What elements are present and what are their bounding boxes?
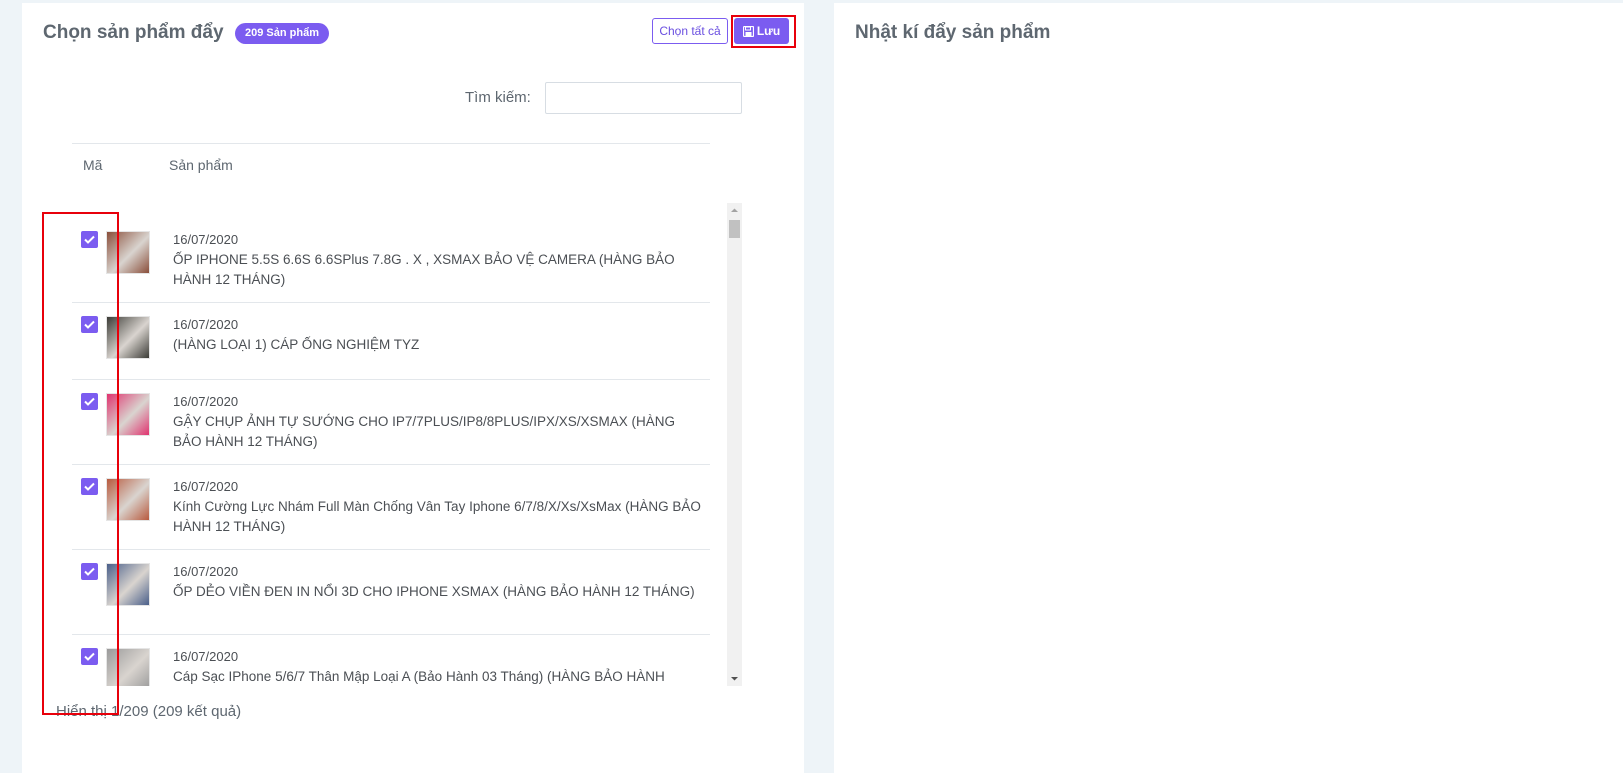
product-thumbnail [106, 316, 150, 359]
product-name: (HÀNG LOẠI 1) CÁP ỐNG NGHIỆM TYZ [173, 337, 420, 352]
panel-title: Chọn sản phẩm đẩy [43, 22, 224, 43]
product-thumbnail [106, 563, 150, 606]
checkmark-icon [84, 482, 95, 491]
column-header-product: Sản phẩm [169, 157, 233, 173]
checkmark-icon [84, 652, 95, 661]
scroll-up-arrow-icon[interactable] [727, 203, 742, 218]
product-thumbnail [106, 231, 150, 274]
row-checkbox[interactable] [81, 316, 98, 333]
row-divider [72, 302, 710, 303]
product-name: GẬY CHỤP ẢNH TỰ SƯỚNG CHO IP7/7PLUS/IP8/… [173, 414, 676, 449]
product-date: 16/07/2020 [173, 317, 239, 332]
push-log-panel: Nhật kí đẩy sản phẩm [834, 3, 1623, 773]
pagination-info: Hiển thị 1/209 (209 kết quả) [56, 703, 242, 720]
checkmark-icon [84, 397, 95, 406]
scrollbar-thumb[interactable] [729, 220, 740, 238]
column-header-code: Mã [83, 157, 103, 173]
row-checkbox[interactable] [81, 231, 98, 248]
product-date: 16/07/2020 [173, 232, 239, 247]
row-divider [72, 549, 710, 550]
save-button-label: Lưu [756, 24, 781, 38]
product-date: 16/07/2020 [173, 564, 239, 579]
product-name: ỐP DẺO VIỀN ĐEN IN NỔI 3D CHO IPHONE XSM… [173, 584, 695, 599]
product-thumbnail [106, 478, 150, 521]
product-date: 16/07/2020 [173, 649, 239, 664]
checkmark-icon [84, 320, 95, 329]
log-panel-title: Nhật kí đẩy sản phẩm [855, 22, 1051, 43]
search-input[interactable] [545, 82, 742, 114]
table-top-rule [72, 143, 710, 144]
row-divider [72, 464, 710, 465]
product-count-badge: 209 Sản phẩm [235, 23, 329, 44]
product-date: 16/07/2020 [173, 394, 239, 409]
row-checkbox[interactable] [81, 648, 98, 665]
checkmark-icon [84, 235, 95, 244]
product-thumbnail [106, 393, 150, 436]
row-checkbox[interactable] [81, 478, 98, 495]
product-name: Cáp Sạc IPhone 5/6/7 Thân Mập Loại A (Bả… [173, 669, 665, 684]
product-name: ỐP IPHONE 5.5S 6.6S 6.6SPlus 7.8G . X , … [173, 252, 675, 287]
scroll-down-arrow-icon[interactable] [727, 671, 742, 686]
save-icon [742, 25, 754, 38]
row-divider [72, 379, 710, 380]
select-all-button[interactable]: Chọn tất cả [652, 18, 728, 44]
product-name: Kính Cường Lực Nhám Full Màn Chống Vân T… [173, 499, 701, 534]
row-checkbox[interactable] [81, 563, 98, 580]
product-thumbnail [106, 648, 150, 686]
product-list[interactable]: 16/07/2020 ỐP IPHONE 5.5S 6.6S 6.6SPlus … [72, 203, 727, 686]
save-button[interactable]: Lưu [734, 18, 789, 44]
row-checkbox[interactable] [81, 393, 98, 410]
search-label: Tìm kiếm: [465, 89, 531, 106]
checkmark-icon [84, 567, 95, 576]
product-date: 16/07/2020 [173, 479, 239, 494]
list-scrollbar[interactable] [727, 203, 742, 686]
row-divider [72, 634, 710, 635]
